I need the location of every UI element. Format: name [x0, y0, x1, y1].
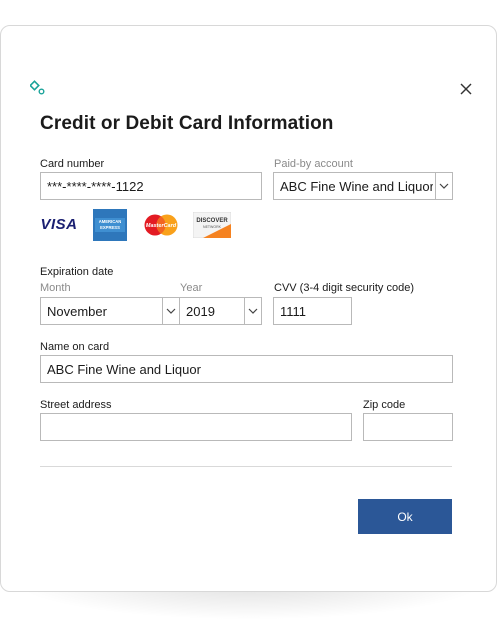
svg-text:DISCOVER: DISCOVER	[196, 218, 228, 224]
visa-logo: VISA	[40, 215, 78, 233]
card-number-value: ***-****-****-1122	[47, 178, 144, 194]
month-label: Month	[40, 282, 71, 294]
street-address-label: Street address	[40, 399, 112, 411]
paid-by-value: ABC Fine Wine and Liquor	[280, 178, 433, 194]
paid-by-select[interactable]: ABC Fine Wine and Liquor	[273, 172, 453, 200]
chevron-down-icon[interactable]	[244, 298, 261, 324]
svg-text:NETWORK: NETWORK	[203, 225, 222, 229]
cvv-label: CVV (3-4 digit security code)	[274, 282, 414, 294]
cvv-field[interactable]: 1111	[273, 297, 352, 325]
svg-text:EXPRESS: EXPRESS	[100, 225, 120, 230]
name-on-card-label: Name on card	[40, 341, 110, 353]
zip-code-label: Zip code	[363, 399, 406, 411]
zip-code-field[interactable]	[363, 413, 453, 441]
amex-logo: AMERICAN EXPRESS	[93, 209, 127, 241]
close-icon[interactable]	[456, 79, 476, 99]
street-address-field[interactable]	[40, 413, 352, 441]
paid-by-label: Paid-by account	[274, 158, 353, 170]
discover-logo: DISCOVER NETWORK	[193, 212, 231, 238]
card-number-field[interactable]: ***-****-****-1122	[40, 172, 262, 200]
card-number-label: Card number	[40, 158, 105, 170]
cvv-value: 1111	[280, 303, 307, 319]
payment-app-icon	[30, 80, 45, 95]
name-on-card-field[interactable]: ABC Fine Wine and Liquor	[40, 355, 453, 383]
month-select[interactable]: November	[40, 297, 180, 325]
name-on-card-value: ABC Fine Wine and Liquor	[47, 361, 201, 377]
ok-button[interactable]: Ok	[358, 499, 452, 534]
year-label: Year	[180, 282, 203, 294]
svg-text:MasterCard: MasterCard	[146, 223, 177, 229]
chevron-down-icon[interactable]	[162, 298, 179, 324]
year-select[interactable]: 2019	[179, 297, 262, 325]
chevron-down-icon[interactable]	[435, 173, 452, 199]
divider	[40, 466, 452, 467]
month-value: November	[47, 303, 107, 319]
expiration-date-label: Expiration date	[40, 266, 114, 278]
dialog-title: Credit or Debit Card Information	[40, 113, 334, 134]
svg-text:AMERICAN: AMERICAN	[99, 219, 122, 224]
mastercard-logo: MasterCard	[144, 214, 178, 236]
year-value: 2019	[186, 303, 215, 319]
